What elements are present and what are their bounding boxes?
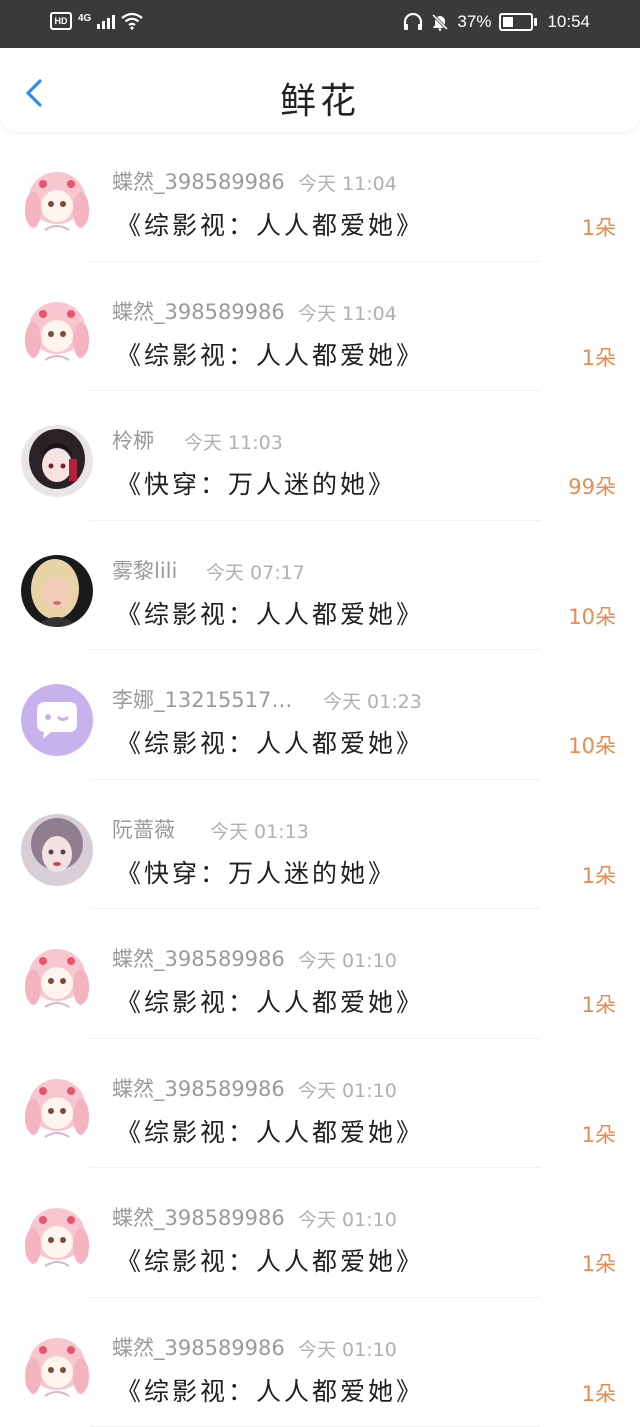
page-title: 鲜花 [0,72,640,124]
timestamp: 今天 07:17 [206,558,305,585]
book-title[interactable]: 《综影视：人人都爱她》 [116,724,424,760]
book-title[interactable]: 《综影视：人人都爱她》 [116,1242,424,1278]
hd-badge: HD [50,12,72,30]
user-name[interactable]: 蝶然_398589986 [112,1202,285,1232]
status-bar-left: HD 4G [50,12,143,30]
list-item[interactable]: 蝶然_398589986 今天 01:10 《综影视：人人都爱她》 1朵 [0,1039,640,1169]
user-name[interactable]: 蝶然_398589986 [112,1073,285,1103]
flower-count: 1朵 [582,1119,616,1149]
avatar[interactable] [21,1202,93,1274]
book-title[interactable]: 《综影视：人人都爱她》 [116,1113,424,1149]
book-title[interactable]: 《综影视：人人都爱她》 [116,595,424,631]
flower-count: 1朵 [582,212,616,242]
book-title[interactable]: 《综影视：人人都爱她》 [116,206,424,242]
avatar[interactable] [21,296,93,368]
avatar[interactable] [21,943,93,1015]
timestamp: 今天 11:04 [298,169,397,196]
list-item[interactable]: 柃桺 今天 11:03 《快穿：万人迷的她》 99朵 [0,391,640,521]
flower-record-list: 蝶然_398589986今天 11:04《综影视：人人都爱她》1朵蝶然_3985… [0,132,640,1427]
flower-count: 10朵 [568,601,616,631]
avatar[interactable] [21,1073,93,1145]
clock: 10:54 [547,12,590,32]
book-title[interactable]: 《快穿：万人迷的她》 [116,465,396,501]
avatar[interactable] [21,1332,93,1404]
user-name[interactable]: 蝶然_398589986 [112,166,285,196]
avatar[interactable] [21,555,93,627]
user-name[interactable]: 柃桺 [112,425,154,455]
signal-icon [97,13,115,29]
avatar[interactable] [21,425,93,497]
flower-count: 1朵 [582,989,616,1019]
book-title[interactable]: 《综影视：人人都爱她》 [116,983,424,1019]
flower-count: 1朵 [582,1248,616,1278]
flower-count: 1朵 [582,860,616,890]
timestamp: 今天 01:10 [298,1335,397,1362]
list-item[interactable]: 蝶然_398589986 今天 01:10 《综影视：人人都爱她》 1朵 [0,1168,640,1298]
list-item[interactable]: 蝶然_398589986 今天 01:10 《综影视：人人都爱她》 1朵 [0,909,640,1039]
battery-percent: 37% [457,12,491,32]
user-name[interactable]: 阮蔷薇 [112,814,175,844]
list-item[interactable]: 蝶然_398589986 今天 11:04 《综影视：人人都爱她》 1朵 [0,132,640,262]
bell-off-icon [431,13,449,31]
user-name[interactable]: 蝶然_398589986 [112,296,285,326]
timestamp: 今天 01:13 [210,817,309,844]
headphones-icon [403,13,423,31]
timestamp: 今天 01:10 [298,1076,397,1103]
list-item[interactable]: 蝶然_398589986 今天 01:10 《综影视：人人都爱她》 1朵 [0,1298,640,1427]
timestamp: 今天 11:04 [298,299,397,326]
book-title[interactable]: 《综影视：人人都爱她》 [116,336,424,372]
list-item[interactable]: 蝶然_398589986 今天 11:04 《综影视：人人都爱她》 1朵 [0,262,640,392]
list-item[interactable]: 阮蔷薇 今天 01:13 《快穿：万人迷的她》 1朵 [0,780,640,910]
user-name[interactable]: 蝶然_398589986 [112,1332,285,1362]
user-name[interactable]: 蝶然_398589986 [112,943,285,973]
user-name[interactable]: 雾黎lili [112,555,177,585]
flower-count: 1朵 [582,1378,616,1408]
wifi-icon [121,12,143,30]
timestamp: 今天 01:10 [298,946,397,973]
status-bar: HD 4G 37% 10:54 [0,0,640,48]
book-title[interactable]: 《综影视：人人都爱她》 [116,1372,424,1408]
flower-count: 1朵 [582,342,616,372]
flower-count: 99朵 [568,471,616,501]
user-name[interactable]: 李娜_13215517… [112,684,292,714]
status-bar-right: 37% 10:54 [403,12,590,32]
timestamp: 今天 01:10 [298,1205,397,1232]
avatar[interactable] [21,814,93,886]
timestamp: 今天 11:03 [184,428,283,455]
avatar[interactable] [21,684,93,756]
battery-icon [499,13,533,31]
book-title[interactable]: 《快穿：万人迷的她》 [116,854,396,890]
list-item[interactable]: 李娜_13215517… 今天 01:23 《综影视：人人都爱她》 10朵 [0,650,640,780]
avatar[interactable] [21,166,93,238]
header: 鲜花 [0,48,640,132]
network-type: 4G [78,13,91,24]
timestamp: 今天 01:23 [323,687,422,714]
flower-count: 10朵 [568,730,616,760]
list-item[interactable]: 雾黎lili 今天 07:17 《综影视：人人都爱她》 10朵 [0,521,640,651]
